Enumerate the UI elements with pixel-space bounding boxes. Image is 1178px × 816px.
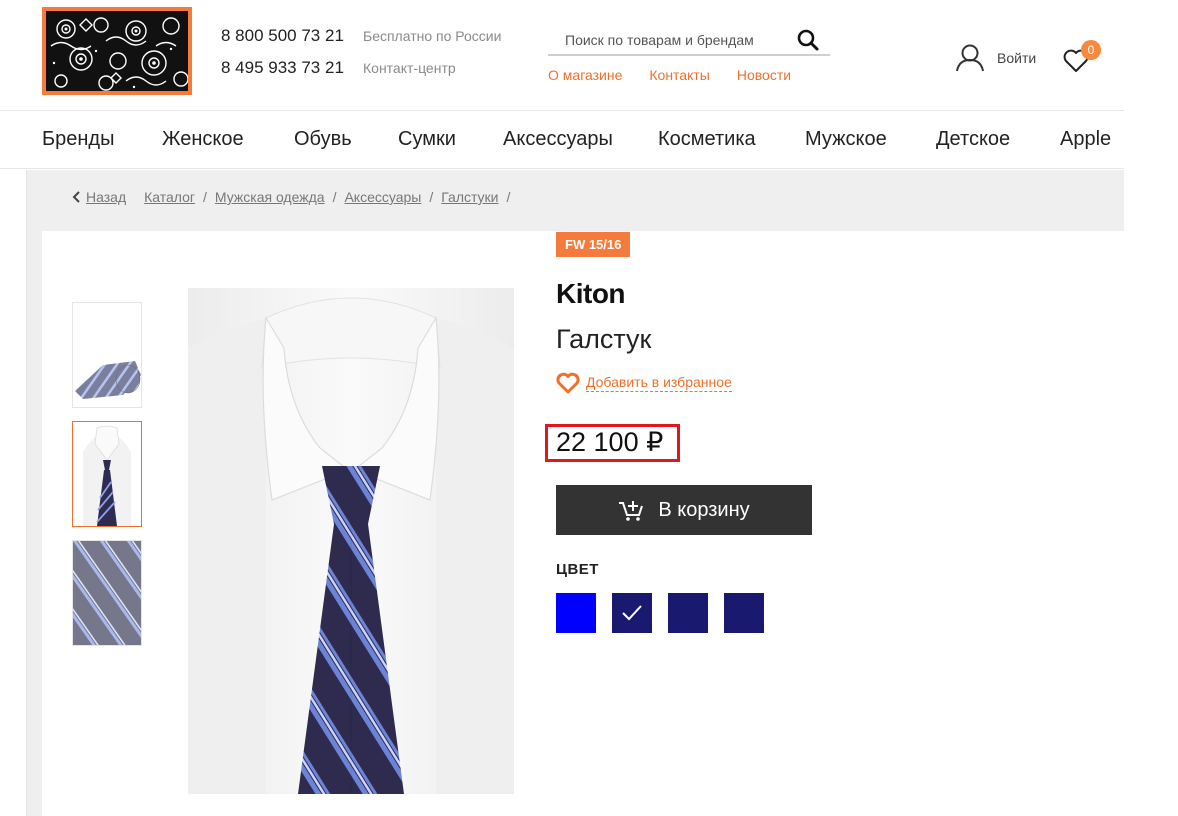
favorites-button[interactable]: 0 [1062,40,1102,74]
product-title: Галстук [556,324,652,354]
tie-rolled-image [73,303,141,407]
color-swatch[interactable] [724,593,764,633]
fabric-closeup-image [73,541,141,645]
cart-plus-icon [619,501,644,521]
thumbnail-fabric-closeup[interactable] [72,540,142,646]
site-header: 8 800 500 73 21 Бесплатно по России 8 49… [0,0,1124,111]
product-main-image[interactable] [188,288,514,794]
breadcrumb-separator: / [332,189,337,205]
search-button[interactable] [796,28,820,52]
nav-item-cosmetics[interactable]: Косметика [658,128,756,151]
login-button[interactable]: Войти [955,43,1036,73]
add-to-favorites-label: Добавить в избранное [586,374,732,392]
breadcrumb-ties[interactable]: Галстуки [441,189,498,205]
breadcrumb-mens-clothing[interactable]: Мужская одежда [215,189,325,205]
breadcrumb-separator: / [506,189,511,205]
search-bar [548,26,830,56]
chevron-left-icon [72,191,80,203]
nav-item-shoes[interactable]: Обувь [294,128,352,151]
tie-on-shirt-photo [188,288,514,794]
phone-number[interactable]: 8 800 500 73 21 [221,26,363,46]
add-to-cart-label: В корзину [658,498,750,521]
favorites-count-badge: 0 [1081,40,1101,60]
nav-item-apple[interactable]: Apple [1060,128,1111,151]
top-links: О магазине Контакты Новости [548,67,791,83]
season-badge: FW 15/16 [556,232,631,257]
back-link[interactable]: Назад [72,189,126,205]
nav-item-accessories[interactable]: Аксессуары [503,128,613,151]
phone-note: Контакт-центр [363,60,456,76]
search-input[interactable] [548,26,788,54]
tie-on-shirt-image [73,422,141,526]
link-contacts[interactable]: Контакты [649,67,709,83]
breadcrumb-catalog[interactable]: Каталог [144,189,195,205]
phone-number[interactable]: 8 495 933 73 21 [221,58,363,78]
nav-item-women[interactable]: Женское [162,128,244,151]
link-news[interactable]: Новости [737,67,791,83]
contact-phones: 8 800 500 73 21 Бесплатно по России 8 49… [221,26,501,90]
color-swatch[interactable] [556,593,596,633]
color-swatch[interactable] [668,593,708,633]
nav-item-men[interactable]: Мужское [805,128,887,151]
product-price: 22 100 ₽ [556,427,664,457]
search-icon [797,29,819,51]
main-navigation: Бренды Женское Обувь Сумки Аксессуары Ко… [0,112,1124,169]
login-label: Войти [997,50,1037,66]
breadcrumb: Назад Каталог / Мужская одежда / Аксессу… [72,189,518,205]
breadcrumb-separator: / [203,189,207,205]
back-label: Назад [86,189,127,205]
user-icon [956,44,984,72]
thumbnail-tie-on-shirt[interactable] [72,421,142,527]
phone-row: 8 800 500 73 21 Бесплатно по России [221,26,501,58]
nav-item-brands[interactable]: Бренды [42,128,114,151]
checkmark-icon [622,605,642,621]
phone-note: Бесплатно по России [363,28,502,44]
thumbnail-tie-rolled[interactable] [72,302,142,408]
logo-pattern [46,11,188,91]
breadcrumb-accessories[interactable]: Аксессуары [344,189,421,205]
site-logo[interactable] [42,7,192,95]
nav-item-kids[interactable]: Детское [936,128,1010,151]
link-about[interactable]: О магазине [548,67,622,83]
add-to-cart-button[interactable]: В корзину [556,485,812,535]
add-to-favorites-button[interactable]: Добавить в избранное [556,372,732,394]
breadcrumb-separator: / [429,189,434,205]
heart-icon [556,372,580,394]
product-brand[interactable]: Kiton [556,278,626,310]
nav-item-bags[interactable]: Сумки [398,128,456,151]
phone-row: 8 495 933 73 21 Контакт-центр [221,58,501,90]
color-label: ЦВЕТ [556,561,599,578]
color-swatch-selected[interactable] [612,593,652,633]
divider [26,170,27,816]
